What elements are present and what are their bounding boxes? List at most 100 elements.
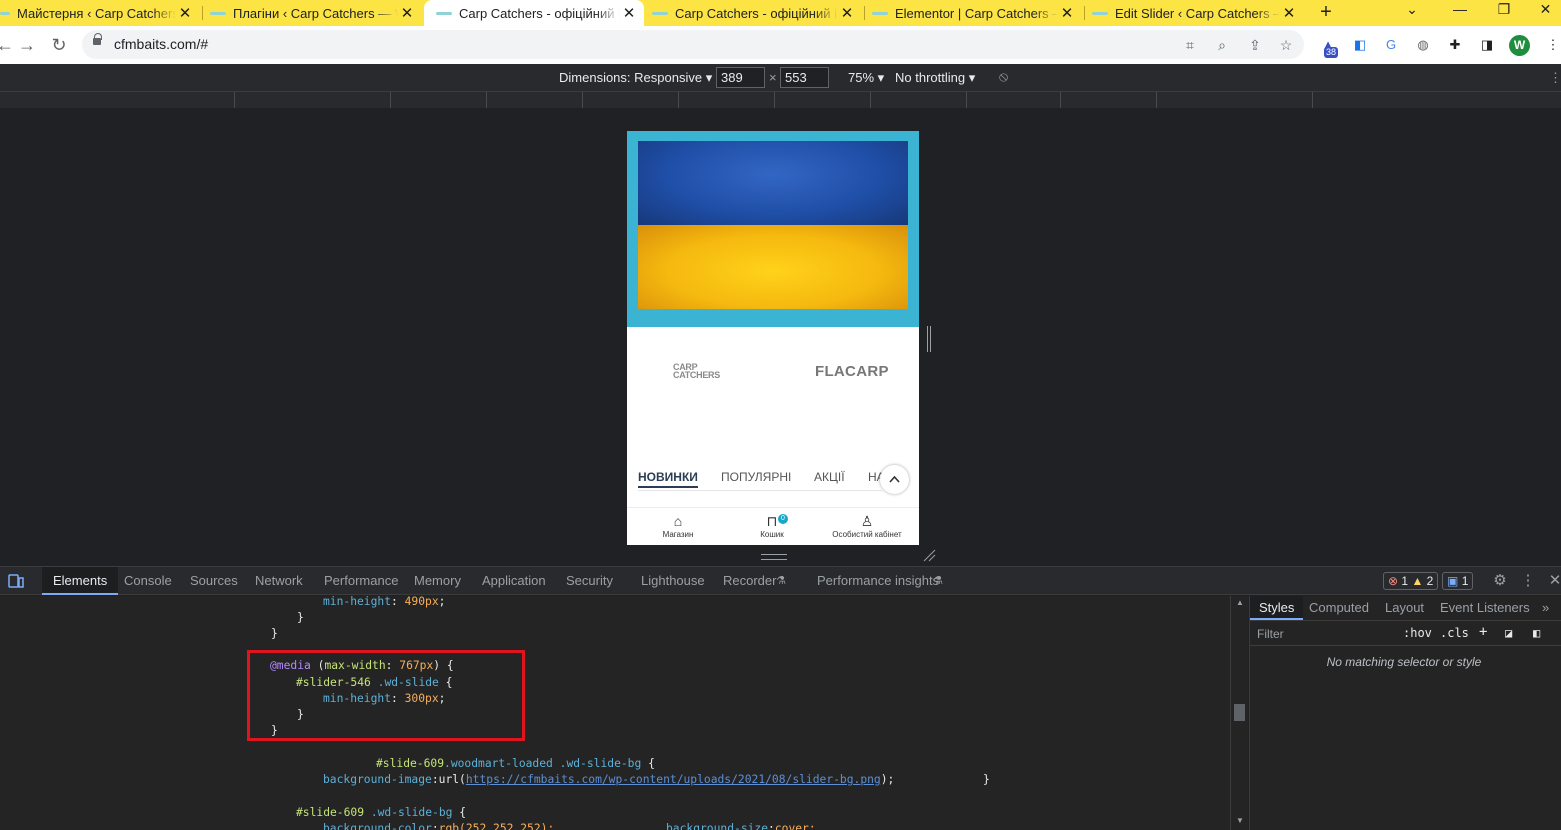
devtools-tab-security[interactable]: Security — [555, 567, 624, 595]
brand-logo-flacarp[interactable]: FLACARP — [815, 363, 889, 380]
new-style-rule-icon[interactable]: + — [1479, 624, 1487, 640]
bookmark-star-icon[interactable]: ☆ — [1277, 36, 1295, 54]
issues-counter[interactable]: ⊗ 1 ▲ 2 — [1383, 572, 1439, 590]
hero-slider[interactable] — [627, 131, 919, 327]
css-property: background-image — [323, 773, 432, 786]
zoom-dropdown[interactable]: 75% ▾ — [848, 70, 884, 86]
close-devtools-icon[interactable]: ✕ — [1546, 572, 1561, 590]
product-tab-sale[interactable]: АКЦІЇ — [814, 470, 845, 484]
css-punct: ); — [880, 773, 895, 786]
browser-tab[interactable]: Майстерня ‹ Carp Catchers — WordPress ✕ — [0, 0, 200, 26]
forward-icon[interactable]: → — [16, 34, 38, 56]
devtools-tab-network[interactable]: Network — [244, 567, 314, 595]
browser-tab[interactable]: Edit Slider ‹ Carp Catchers — WordPress … — [1086, 0, 1304, 26]
viewport-width-input[interactable]: 389 — [716, 67, 765, 88]
product-tab-popular[interactable]: ПОПУЛЯРНІ — [721, 470, 791, 484]
toggle-sidebar-icon[interactable]: ◧ — [1533, 626, 1540, 640]
devtools-tab-console[interactable]: Console — [113, 567, 183, 595]
bottom-nav-cart[interactable]: ⊓ 0 Кошик — [727, 512, 817, 539]
elements-source-pane[interactable]: min-height: 490px; } } @media (max-width… — [0, 596, 1230, 830]
scrollbar-thumb[interactable] — [1234, 704, 1245, 721]
hover-state-toggle[interactable]: :hov — [1403, 626, 1432, 640]
source-scrollbar[interactable]: ▲ ▼ — [1230, 596, 1248, 830]
device-toolbar-menu-icon[interactable]: ⋮ — [1549, 70, 1561, 86]
css-class-selector: .wd-slide-bg — [559, 757, 642, 770]
address-bar[interactable]: cfmbaits.com/# ⌗ ⌕ ⇪ ☆ — [82, 30, 1304, 59]
scroll-down-arrow-icon[interactable]: ▼ — [1235, 816, 1245, 825]
tab-title: Edit Slider ‹ Carp Catchers — WordPress — [1115, 5, 1280, 21]
settings-gear-icon[interactable]: ⚙ — [1491, 572, 1509, 590]
extension-screen-icon[interactable]: ◧ — [1350, 35, 1370, 55]
resize-corner-icon[interactable] — [922, 548, 936, 562]
paint-roller-icon[interactable]: ◪ — [1505, 626, 1512, 640]
devtools-tab-memory[interactable]: Memory — [403, 567, 472, 595]
close-tab-icon[interactable]: ✕ — [176, 4, 194, 22]
minimize-icon[interactable]: — — [1440, 0, 1480, 26]
tab-computed[interactable]: Computed — [1300, 596, 1378, 620]
more-tabs-chevron-icon[interactable]: » — [1533, 596, 1558, 620]
media-query-marker — [486, 92, 487, 108]
browser-tab-active[interactable]: Carp Catchers - офіційний інтернет-магаз… — [424, 0, 644, 26]
browser-tab[interactable]: Elementor | Carp Catchers – офіційний ✕ — [866, 0, 1082, 26]
bottom-nav-shop[interactable]: ⌂ Магазин — [633, 512, 723, 539]
media-query-marker — [582, 92, 583, 108]
scroll-to-top-button[interactable] — [880, 465, 909, 494]
profile-avatar[interactable]: W — [1509, 35, 1530, 56]
close-tab-icon[interactable]: ✕ — [398, 4, 416, 22]
close-window-icon[interactable]: ✕ — [1530, 0, 1561, 26]
product-tab-new[interactable]: НОВИНКИ — [638, 470, 698, 488]
styles-filter-input[interactable]: Filter — [1257, 627, 1284, 641]
rotate-icon[interactable]: ⦸ — [999, 68, 1008, 85]
close-tab-icon[interactable]: ✕ — [838, 4, 856, 22]
devtools-menu-icon[interactable]: ⋮ — [1519, 572, 1537, 590]
resize-handle-right[interactable] — [927, 326, 931, 352]
devtools-tab-elements[interactable]: Elements — [42, 567, 119, 595]
browser-tab[interactable]: Плагіни ‹ Carp Catchers — WordPress ✕ — [204, 0, 422, 26]
browser-tab[interactable]: Carp Catchers - офіційний інтернет-магаз… — [646, 0, 862, 26]
devtools-tab-lighthouse[interactable]: Lighthouse — [630, 567, 716, 595]
close-tab-icon[interactable]: ✕ — [620, 4, 638, 22]
zoom-icon[interactable]: ⌕ — [1213, 36, 1231, 54]
devtools-tab-sources[interactable]: Sources — [179, 567, 249, 595]
media-query-bar[interactable] — [0, 91, 1561, 108]
restore-icon[interactable]: ❐ — [1484, 0, 1524, 26]
back-icon[interactable]: ← — [0, 34, 16, 56]
throttling-dropdown[interactable]: No throttling ▾ — [895, 70, 975, 86]
brand-logo-carp-catchers[interactable]: CARP CATCHERS — [673, 363, 720, 380]
devtools-tab-recorder[interactable]: Recorder — [712, 567, 778, 595]
favicon-icon — [0, 11, 10, 15]
dimensions-dropdown[interactable]: Dimensions: Responsive ▾ — [559, 70, 712, 86]
url-text[interactable]: cfmbaits.com/# — [114, 36, 208, 52]
reload-icon[interactable]: ↻ — [48, 34, 70, 56]
bottom-nav-account[interactable]: ♙ Особистий кабінет — [822, 512, 912, 539]
media-query-marker — [966, 92, 967, 108]
extensions-puzzle-icon[interactable]: ✚ — [1445, 35, 1465, 55]
devtools-tab-performance[interactable]: Performance — [313, 567, 409, 595]
extension-globe-icon[interactable]: ◍ — [1413, 35, 1433, 55]
class-toggle[interactable]: .cls — [1440, 626, 1469, 640]
share-icon[interactable]: ⇪ — [1246, 36, 1264, 54]
extension-translate-icon[interactable]: G — [1381, 35, 1401, 55]
browser-menu-icon[interactable]: ⋮ — [1543, 35, 1561, 55]
tab-layout[interactable]: Layout — [1376, 596, 1433, 620]
tab-search-chevron-icon[interactable]: ⌄ — [1392, 0, 1432, 26]
translate-icon[interactable]: ⌗ — [1181, 36, 1199, 54]
device-emulation-area: CARP CATCHERS FLACARP НОВИНКИ ПОПУЛЯРНІ … — [0, 108, 1561, 566]
devtools-tab-performance-insights[interactable]: Performance insights — [806, 567, 941, 595]
tab-styles[interactable]: Styles — [1250, 596, 1304, 620]
css-url-link[interactable]: https://cfmbaits.com/wp-content/uploads/… — [466, 773, 881, 786]
tab-event-listeners[interactable]: Event Listeners — [1431, 596, 1539, 620]
css-id-selector: #slide-609 — [376, 757, 445, 770]
side-panel-icon[interactable]: ◨ — [1477, 35, 1497, 55]
devtools-tab-application[interactable]: Application — [471, 567, 557, 595]
tab-divider — [864, 6, 865, 20]
messages-counter[interactable]: ▣ 1 — [1442, 572, 1474, 590]
resize-handle-bottom[interactable] — [761, 554, 787, 560]
styles-filter-bar: Filter :hov .cls + ◪ ◧ — [1250, 622, 1561, 646]
new-tab-button[interactable]: + — [1316, 0, 1336, 26]
close-tab-icon[interactable]: ✕ — [1058, 4, 1076, 22]
close-tab-icon[interactable]: ✕ — [1280, 4, 1298, 22]
device-toggle-icon[interactable] — [8, 573, 24, 589]
scroll-up-arrow-icon[interactable]: ▲ — [1235, 598, 1245, 607]
viewport-height-input[interactable]: 553 — [780, 67, 829, 88]
